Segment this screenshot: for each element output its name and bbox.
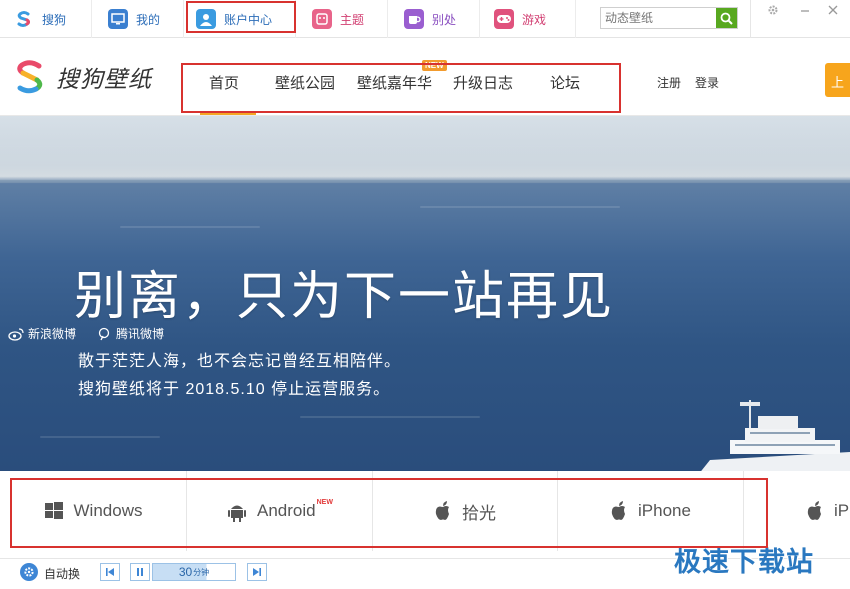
tab-mine[interactable]: 我的 xyxy=(92,0,184,38)
platform-iphone[interactable]: iPhone xyxy=(558,471,744,551)
tab-label: 搜狗 xyxy=(42,12,67,27)
gamepad-icon xyxy=(494,9,514,29)
hero-banner: 别离，只为下一站再见 新浪微博 腾讯微博 散于茫茫人海，也不会忘记曾经互相陪伴。… xyxy=(0,116,850,471)
android-icon xyxy=(227,500,247,522)
site-logo[interactable]: 搜狗壁纸 xyxy=(14,60,152,94)
cup-icon xyxy=(404,9,424,29)
search-button[interactable] xyxy=(716,8,737,28)
horizon-line xyxy=(0,180,850,183)
weibo-icon xyxy=(8,327,24,341)
tab-account-center[interactable]: 账户中心 xyxy=(184,0,296,38)
tab-label: 游戏 xyxy=(522,12,547,27)
platform-label: Windows xyxy=(73,501,143,520)
nav-upgrade-log[interactable]: 升级日志 xyxy=(453,72,513,93)
logo-text: 搜狗壁纸 xyxy=(56,67,152,93)
banner-subtitle-1: 散于茫茫人海，也不会忘记曾经互相陪伴。 xyxy=(78,353,402,370)
sky-haze xyxy=(0,116,850,181)
minimize-icon xyxy=(801,10,809,12)
theme-icon xyxy=(312,9,332,29)
sina-weibo-link[interactable]: 新浪微博 xyxy=(8,325,76,342)
platform-shiguang[interactable]: 拾光 xyxy=(373,471,558,551)
close-button[interactable] xyxy=(820,0,846,20)
pause-button[interactable] xyxy=(130,563,150,581)
site-watermark: 极速下载站 xyxy=(674,547,814,578)
user-icon xyxy=(196,9,216,29)
nav-forum[interactable]: 论坛 xyxy=(550,72,580,93)
apple-icon xyxy=(806,500,824,522)
platform-windows[interactable]: Windows xyxy=(0,471,187,551)
close-icon xyxy=(828,5,838,15)
auto-change-toggle[interactable] xyxy=(20,563,38,581)
search-box xyxy=(600,7,738,29)
apple-icon xyxy=(434,500,452,522)
top-tab-bar: 搜狗 我的 账户中心 主题 别处 游戏 动态壁纸 xyxy=(0,0,850,38)
interval-value: 30 xyxy=(178,565,193,579)
tencent-weibo-icon xyxy=(98,327,110,340)
banner-headline: 别离，只为下一站再见 xyxy=(74,267,615,327)
tab-label: 账户中心 xyxy=(224,12,273,27)
gear-icon xyxy=(24,567,34,577)
divider xyxy=(750,0,751,38)
tencent-weibo-link[interactable]: 腾讯微博 xyxy=(96,325,164,342)
tab-other-places[interactable]: 别处 xyxy=(388,0,480,38)
monitor-icon xyxy=(108,9,128,29)
skip-next-icon xyxy=(253,568,261,576)
settings-button[interactable] xyxy=(760,0,786,20)
pause-icon xyxy=(137,568,143,576)
gear-icon xyxy=(768,5,778,15)
wallpaper-app-window: 搜狗 我的 账户中心 主题 别处 游戏 动态壁纸 搜狗壁纸 首页 壁纸公园 壁纸… xyxy=(0,0,850,589)
search-icon xyxy=(720,12,733,25)
platform-label: Android xyxy=(257,501,316,520)
auto-change-label: 自动换 xyxy=(44,567,81,581)
platform-ipad[interactable]: iP xyxy=(744,471,850,551)
nav-carnival[interactable]: 壁纸嘉年华 xyxy=(357,72,432,93)
tab-label: 别处 xyxy=(432,12,457,27)
nav-home[interactable]: 首页 xyxy=(209,72,239,93)
windows-icon xyxy=(44,501,64,521)
tencent-weibo-label: 腾讯微博 xyxy=(116,327,165,341)
tab-label: 主题 xyxy=(340,12,365,27)
site-header: 搜狗壁纸 首页 壁纸公园 壁纸嘉年华 NEW 升级日志 论坛 注册 登录 上 xyxy=(0,38,850,116)
tab-theme[interactable]: 主题 xyxy=(296,0,388,38)
upload-button[interactable]: 上 xyxy=(825,63,850,97)
sea-ripple xyxy=(300,416,480,418)
platform-label: iP xyxy=(834,501,850,520)
sea-ripple xyxy=(120,226,260,228)
platform-android[interactable]: Android NEW xyxy=(187,471,373,551)
interval-unit: 分钟 xyxy=(193,567,210,577)
banner-subtitle-2: 搜狗壁纸将于 2018.5.10 停止运营服务。 xyxy=(78,381,391,398)
register-link[interactable]: 注册 xyxy=(657,74,681,91)
next-wallpaper-button[interactable] xyxy=(247,563,267,581)
yacht-image xyxy=(701,400,850,471)
nav-wallpaper-park[interactable]: 壁纸公园 xyxy=(275,72,335,93)
sogou-wallpaper-logo-icon xyxy=(17,60,43,94)
sogou-logo-icon xyxy=(14,9,34,29)
search-input[interactable] xyxy=(601,8,715,28)
apple-icon xyxy=(610,500,628,522)
skip-previous-icon xyxy=(106,568,114,576)
interval-selector[interactable]: 30 分钟 xyxy=(152,563,236,581)
minimize-button[interactable] xyxy=(792,0,818,20)
tab-label: 我的 xyxy=(136,12,161,27)
platform-label: 拾光 xyxy=(462,503,496,523)
tab-game[interactable]: 游戏 xyxy=(480,0,576,38)
previous-wallpaper-button[interactable] xyxy=(100,563,120,581)
login-link[interactable]: 登录 xyxy=(695,74,719,91)
new-badge: NEW xyxy=(316,498,333,506)
tab-sogou[interactable]: 搜狗 xyxy=(0,0,92,38)
sea-ripple xyxy=(40,436,160,438)
sina-weibo-label: 新浪微博 xyxy=(28,327,77,341)
platform-label: iPhone xyxy=(638,501,691,520)
new-badge: NEW xyxy=(422,60,447,71)
sea-ripple xyxy=(420,206,620,208)
nav-active-indicator xyxy=(200,111,256,115)
